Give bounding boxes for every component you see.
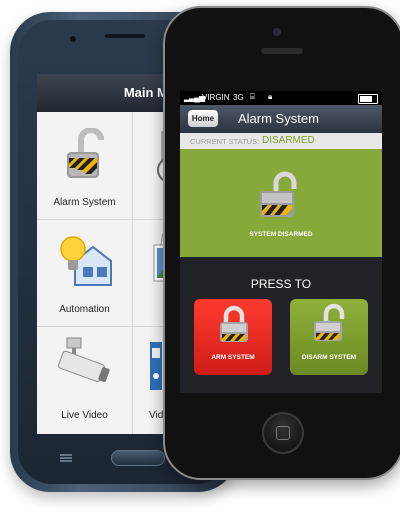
lock-status-icon: 🔒︎ <box>268 92 273 101</box>
menu-item-automation[interactable]: Automation <box>37 219 132 326</box>
android-camera <box>70 36 76 42</box>
current-status-label: CURRENT STATUS: <box>190 137 260 146</box>
page-title: Alarm System <box>238 111 319 126</box>
iphone-front-camera <box>273 28 281 36</box>
home-square-icon <box>276 426 290 440</box>
network-activity-icon: ⌸ <box>250 92 255 101</box>
security-camera-icon <box>58 337 110 383</box>
android-speaker <box>105 34 145 38</box>
battery-icon <box>358 94 378 104</box>
menu-item-alarm-system[interactable]: Alarm System <box>37 112 132 219</box>
current-status-bar: CURRENT STATUS: DISARMED <box>180 133 382 149</box>
arm-system-button[interactable]: ARM SYSTEM <box>194 299 272 375</box>
lightbulb-house-icon <box>60 236 112 286</box>
iphone-screen: ▂▃▄▅ VIRGIN 3G ⌸ 🔒︎ Home Alarm System CU… <box>180 91 382 393</box>
menu-item-label: Automation <box>59 304 110 315</box>
navigation-bar: Home Alarm System <box>180 105 382 133</box>
open-padlock-icon <box>314 303 345 341</box>
closed-padlock-icon <box>220 305 248 342</box>
carrier-label: VIRGIN <box>202 93 230 102</box>
iphone-earpiece <box>261 48 303 54</box>
menu-item-live-video[interactable]: Live Video <box>37 326 132 433</box>
home-button[interactable]: Home <box>188 110 218 127</box>
status-bar: ▂▃▄▅ VIRGIN 3G ⌸ 🔒︎ <box>180 91 382 105</box>
status-panel: SYSTEM DISARMED <box>180 149 382 257</box>
menu-item-label: Live Video <box>61 410 108 421</box>
menu-key-icon[interactable] <box>58 454 74 462</box>
arm-system-label: ARM SYSTEM <box>211 354 255 361</box>
system-disarmed-label: SYSTEM DISARMED <box>249 231 313 238</box>
menu-item-label: Alarm System <box>53 197 116 208</box>
disarm-system-label: DISARM SYSTEM <box>301 354 357 361</box>
padlock-icon <box>67 128 104 178</box>
network-label: 3G <box>233 93 244 102</box>
open-padlock-icon <box>260 171 297 217</box>
disarm-system-button[interactable]: DISARM SYSTEM <box>290 299 368 375</box>
current-status-value: DISARMED <box>262 135 315 146</box>
android-home-button[interactable] <box>111 450 165 466</box>
press-to-label: PRESS TO <box>250 277 312 291</box>
iphone-home-button[interactable] <box>262 412 304 454</box>
